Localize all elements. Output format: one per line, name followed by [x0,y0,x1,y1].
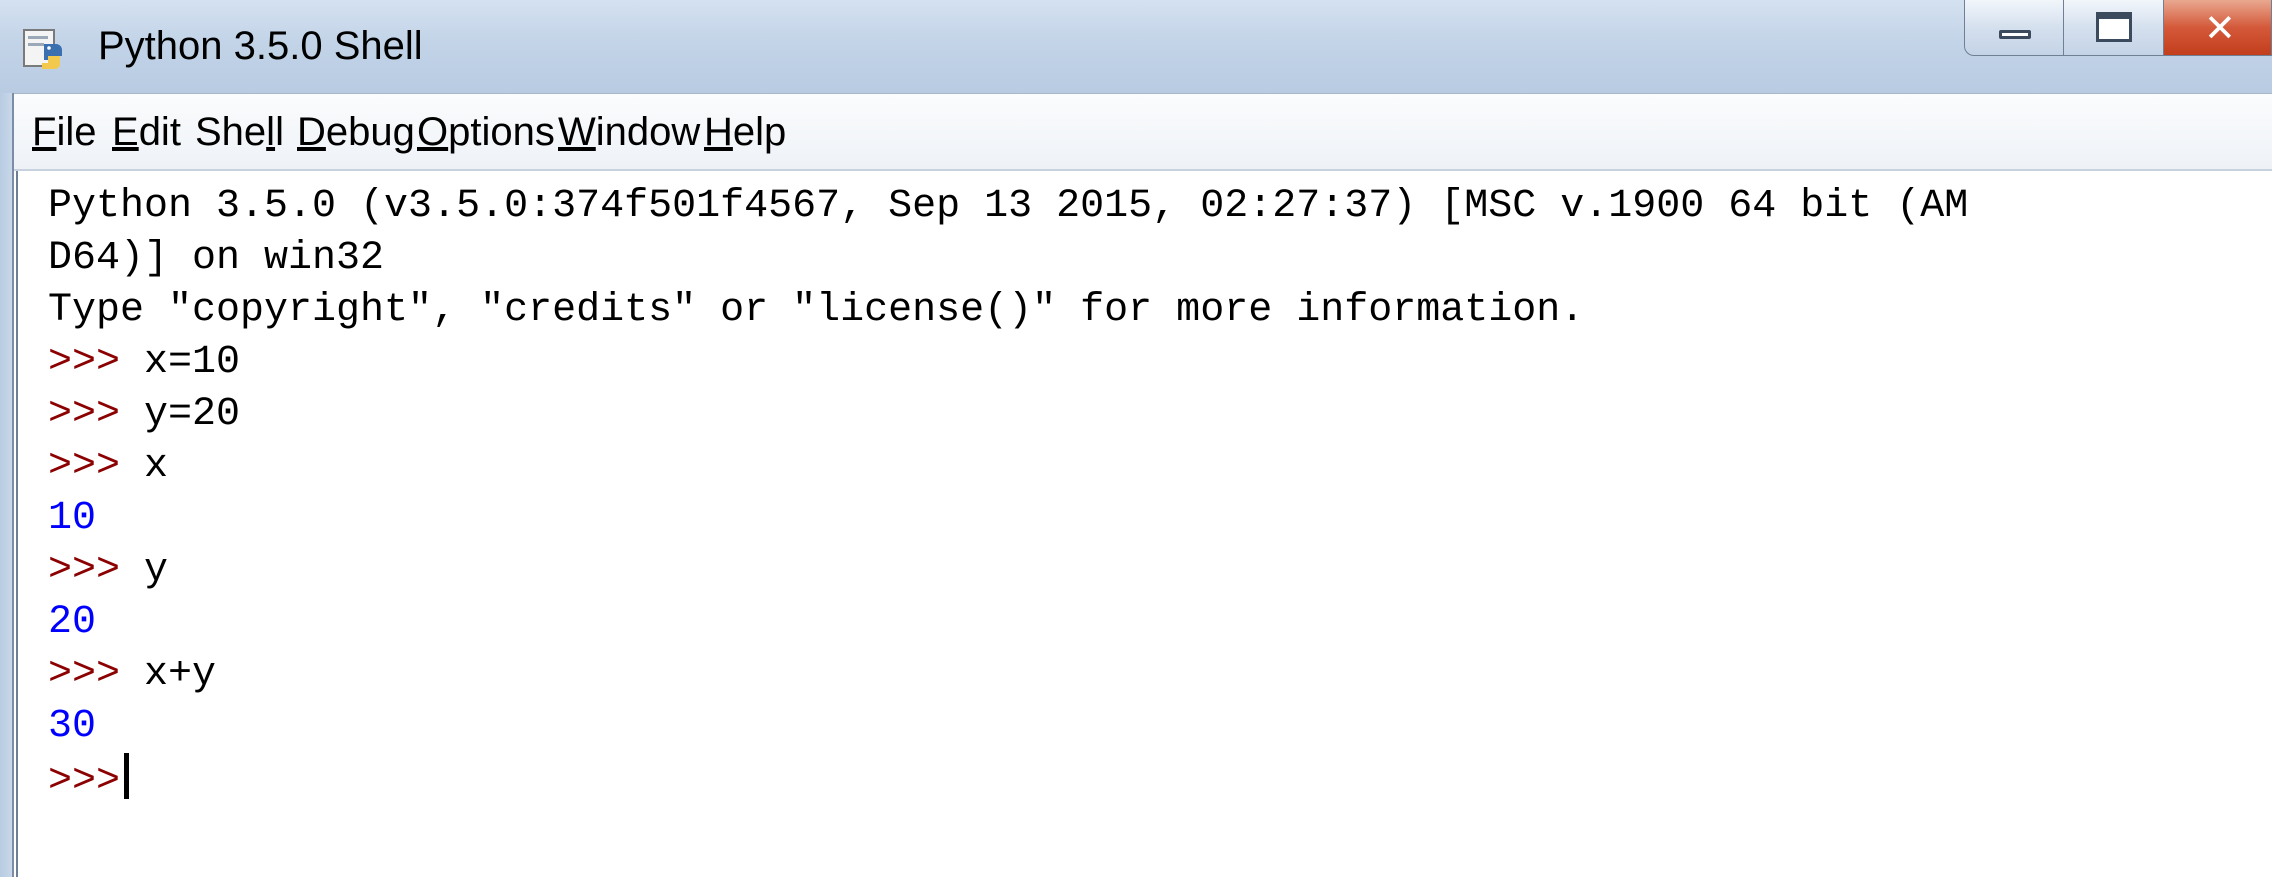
python-idle-icon [23,29,62,69]
banner-line: Type "copyright", "credits" or "license(… [48,288,1585,333]
idle-shell-window: Python 3.5.0 Shell ✕ File Edit Shell Deb… [0,0,2272,877]
menu-debug[interactable]: Debug [297,106,415,158]
input-command: y [144,548,169,593]
input-command: y=20 [144,392,241,437]
close-icon: ✕ [2204,6,2236,50]
input-line: >>> x [48,441,168,493]
menu-edit[interactable]: Edit [112,106,181,158]
window-frame-left [0,93,14,877]
shell-prompt: >>> [48,392,121,437]
input-command: x [144,444,169,489]
input-line: >>> y=20 [48,389,240,441]
close-button[interactable]: ✕ [2164,0,2272,56]
output-line: 10 [48,496,97,541]
menu-options[interactable]: Options [417,106,555,158]
window-title: Python 3.5.0 Shell [98,24,423,68]
minimize-button[interactable] [1964,0,2064,56]
shell-prompt: >>> [48,759,121,804]
maximize-icon [2096,12,2132,42]
minimize-icon [1999,30,2031,39]
input-command: x=10 [144,340,241,385]
menu-shell[interactable]: Shell [195,106,284,158]
input-line: >>> y [48,545,168,597]
input-line: >>> x+y [48,649,216,701]
shell-text-area[interactable]: Python 3.5.0 (v3.5.0:374f501f4567, Sep 1… [16,171,2272,877]
menu-bar: File Edit Shell Debug Options Window Hel… [14,93,2272,171]
shell-prompt: >>> [48,444,121,489]
shell-prompt: >>> [48,548,121,593]
menu-help[interactable]: Help [704,106,786,158]
output-line: 30 [48,704,97,749]
menu-window[interactable]: Window [558,106,700,158]
shell-prompt: >>> [48,340,121,385]
banner-line: D64)] on win32 [48,236,385,281]
maximize-button[interactable] [2064,0,2164,56]
input-line: >>> x=10 [48,337,240,389]
active-input-line[interactable]: >>> [48,753,130,808]
shell-prompt: >>> [48,652,121,697]
banner-line: Python 3.5.0 (v3.5.0:374f501f4567, Sep 1… [48,184,1969,229]
menu-file[interactable]: File [32,106,96,158]
text-cursor [124,753,130,799]
title-bar[interactable]: Python 3.5.0 Shell ✕ [0,0,2272,94]
input-command: x+y [144,652,217,697]
output-line: 20 [48,600,97,645]
